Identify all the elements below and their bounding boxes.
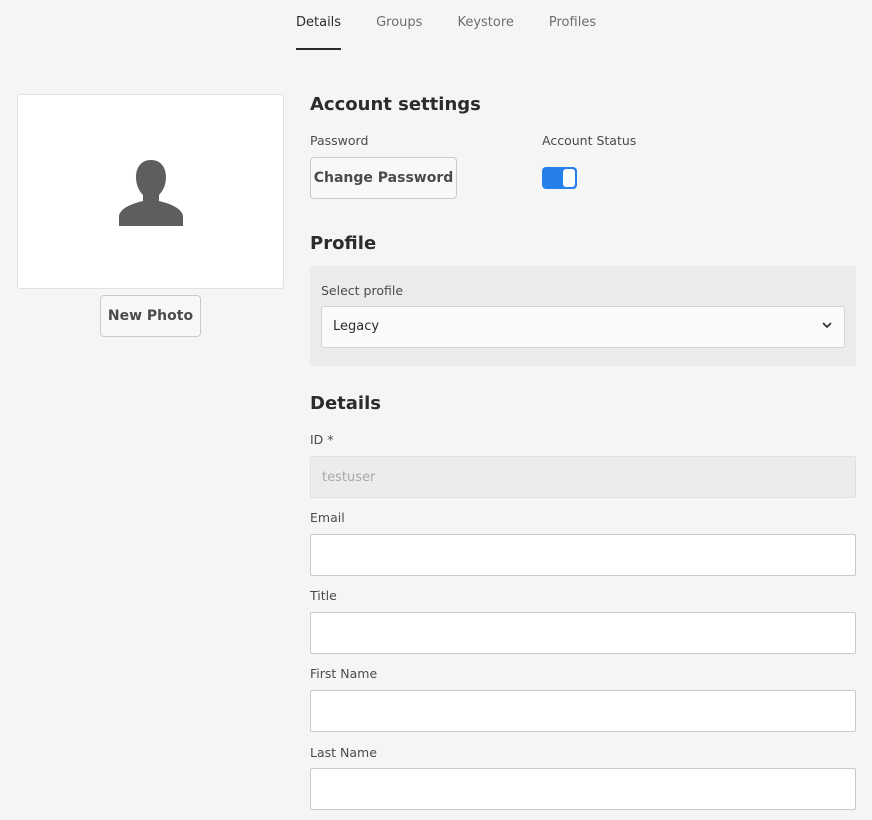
password-label: Password bbox=[310, 133, 369, 148]
first-name-field[interactable] bbox=[310, 690, 856, 732]
profile-heading: Profile bbox=[310, 233, 377, 254]
title-label: Title bbox=[310, 588, 337, 603]
account-settings-heading: Account settings bbox=[310, 94, 481, 115]
profile-select-value: Legacy bbox=[333, 319, 380, 334]
change-password-button[interactable]: Change Password bbox=[310, 157, 457, 199]
tab-profiles[interactable]: Profiles bbox=[549, 0, 596, 50]
profile-panel: Select profile Legacy bbox=[310, 266, 856, 366]
toggle-knob bbox=[563, 169, 575, 187]
user-silhouette-icon bbox=[118, 159, 183, 226]
chevron-down-icon bbox=[822, 322, 832, 328]
title-field[interactable] bbox=[310, 612, 856, 654]
account-status-toggle[interactable] bbox=[542, 167, 577, 189]
last-name-label: Last Name bbox=[310, 745, 377, 760]
account-status-label: Account Status bbox=[542, 133, 637, 148]
id-label: ID * bbox=[310, 432, 334, 447]
profile-photo bbox=[17, 94, 284, 289]
email-field[interactable] bbox=[310, 534, 856, 576]
first-name-label: First Name bbox=[310, 666, 378, 681]
tab-groups[interactable]: Groups bbox=[376, 0, 422, 50]
id-field bbox=[310, 456, 856, 498]
tab-bar: Details Groups Keystore Profiles bbox=[296, 0, 596, 50]
tab-keystore[interactable]: Keystore bbox=[457, 0, 513, 50]
select-profile-label: Select profile bbox=[321, 283, 404, 298]
details-heading: Details bbox=[310, 393, 381, 414]
email-label: Email bbox=[310, 510, 345, 525]
new-photo-button[interactable]: New Photo bbox=[100, 295, 201, 337]
profile-select[interactable]: Legacy bbox=[321, 306, 845, 348]
tab-details[interactable]: Details bbox=[296, 0, 342, 50]
last-name-field[interactable] bbox=[310, 768, 856, 810]
